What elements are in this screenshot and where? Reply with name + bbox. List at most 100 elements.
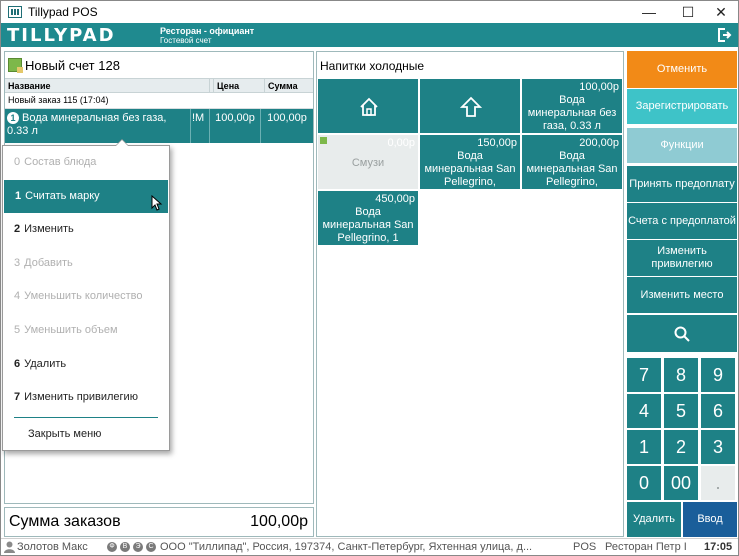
exit-icon[interactable] xyxy=(716,27,732,43)
search-button[interactable] xyxy=(627,315,737,352)
menu-item-add[interactable]: 3 Добавить xyxy=(3,247,169,281)
search-icon xyxy=(674,326,690,342)
product-price: 100,00р xyxy=(579,81,619,93)
mouse-cursor-icon xyxy=(151,195,163,211)
key-9[interactable]: 9 xyxy=(701,358,735,392)
key-8[interactable]: 8 xyxy=(664,358,698,392)
row-item-name: Вода минеральная без газа, 0.33 л xyxy=(7,112,167,137)
order-group[interactable]: Новый заказ 115 (17:04) xyxy=(5,93,313,109)
product-name: Вода минеральная без газа, 0.33 л xyxy=(527,94,617,132)
home-button[interactable] xyxy=(317,78,419,134)
status-badge: Ф xyxy=(107,542,117,552)
key-7[interactable]: 7 xyxy=(627,358,661,392)
menu-close-button[interactable]: Закрыть меню xyxy=(3,418,169,452)
product-name: Смузи xyxy=(351,157,385,169)
up-button[interactable] xyxy=(419,78,521,134)
product-name: Вода минеральная San Pellegrino, xyxy=(424,150,516,188)
column-price: Цена xyxy=(214,79,265,92)
close-button[interactable]: ✕ xyxy=(704,1,738,23)
menu-item-label: Добавить xyxy=(24,256,73,269)
organization-info: ООО "Тиллипад", Россия, 197374, Санкт-Пе… xyxy=(160,541,533,553)
product-price: 450,00р xyxy=(375,193,415,205)
menu-item-label: Изменить привилегию xyxy=(24,391,138,404)
total-value: 100,00р xyxy=(250,513,308,530)
status-badge: С xyxy=(146,542,156,552)
change-place-button[interactable]: Изменить место xyxy=(627,277,737,313)
menu-item-label: Изменить xyxy=(24,223,74,236)
menu-item-label: Уменьшить количество xyxy=(24,290,143,303)
key-decimal[interactable]: . xyxy=(701,466,735,500)
key-6[interactable]: 6 xyxy=(701,394,735,428)
minimize-button[interactable]: — xyxy=(632,1,666,23)
menu-item-number: 7 xyxy=(14,391,21,404)
bill-status-icon xyxy=(8,58,23,73)
app-header: TILLYPAD Ресторан - официант Гостевой сч… xyxy=(1,23,738,47)
accept-prepayment-button[interactable]: Принять предоплату xyxy=(627,166,737,202)
register-button[interactable]: Зарегистрировать xyxy=(627,89,737,124)
product-tile[interactable]: 150,00р Вода минеральная San Pellegrino, xyxy=(419,134,521,190)
menu-item-number: 6 xyxy=(14,357,21,370)
product-tile[interactable]: 100,00р Вода минеральная без газа, 0.33 … xyxy=(521,78,623,134)
clock: 17:05 xyxy=(704,541,733,553)
app-icon xyxy=(8,6,22,18)
menu-item-edit[interactable]: 2 Изменить xyxy=(3,213,169,247)
prepaid-bills-button[interactable]: Счета с предоплатой xyxy=(627,203,737,239)
mode-label: Ресторан - официант xyxy=(160,26,255,36)
menu-item-label: Удалить xyxy=(24,357,67,370)
menu-item-decrease-qty[interactable]: 4 Уменьшить количество xyxy=(3,280,169,314)
context-menu: 0 Состав блюда 1 Считать марку 2 Изменить 3… xyxy=(2,139,170,452)
cancel-button[interactable]: Отменить xyxy=(627,51,737,88)
menu-item-number: 0 xyxy=(14,156,21,168)
row-number-badge: 1 xyxy=(7,112,19,124)
enter-button[interactable]: Ввод xyxy=(683,502,737,537)
column-sum: Сумма xyxy=(268,81,298,91)
user-name: Золотов Макс xyxy=(17,541,88,553)
bill-title: Новый счет 128 xyxy=(25,57,120,73)
menu-item-number: 1 xyxy=(15,189,22,202)
delete-button[interactable]: Удалить xyxy=(627,502,681,537)
menu-item-composition[interactable]: 0 Состав блюда xyxy=(3,146,169,180)
restaurant-name: Ресторан Петр I xyxy=(605,541,687,553)
bill-header: Новый счет 128 xyxy=(5,52,313,78)
tillypad-logo: TILLYPAD xyxy=(7,25,116,46)
product-name: Вода минеральная San Pellegrino, 1 xyxy=(322,206,414,244)
maximize-button[interactable]: ☐ xyxy=(671,1,705,23)
table-header: Название Цена Сумма xyxy=(5,78,313,93)
product-tile[interactable]: 450,00р Вода минеральная San Pellegrino,… xyxy=(317,190,419,246)
row-flag: !М xyxy=(191,109,210,143)
total-label: Сумма заказов xyxy=(9,513,121,530)
product-tile[interactable]: 200,00р Вода минеральная San Pellegrino, xyxy=(521,134,623,190)
product-tile[interactable]: 0,00р Смузи xyxy=(317,134,419,190)
user-icon xyxy=(4,541,15,553)
key-5[interactable]: 5 xyxy=(664,394,698,428)
table-row[interactable]: 1 Вода минеральная без газа, 0.33 л !М 10… xyxy=(5,109,313,143)
app-window: Tillypad POS — ☐ ✕ TILLYPAD Ресторан - о… xyxy=(0,0,739,556)
key-00[interactable]: 00 xyxy=(664,466,698,500)
bill-type-label: Гостевой счет xyxy=(160,36,212,45)
product-price: 0,00р xyxy=(387,137,415,149)
menu-item-decrease-volume[interactable]: 5 Уменьшить объем xyxy=(3,314,169,348)
menu-item-number: 3 xyxy=(14,256,21,269)
key-0[interactable]: 0 xyxy=(627,466,661,500)
home-icon xyxy=(360,97,378,116)
category-title: Напитки холодные xyxy=(320,59,425,73)
menu-item-change-privilege[interactable]: 7 Изменить привилегию xyxy=(3,381,169,415)
product-price: 150,00р xyxy=(477,137,517,149)
menu-item-delete[interactable]: 6 Удалить xyxy=(3,348,169,382)
row-price: 100,00р xyxy=(210,109,261,143)
menu-item-number: 4 xyxy=(14,290,21,303)
change-privilege-button[interactable]: Изменить привилегию xyxy=(627,240,737,276)
menu-item-read-mark[interactable]: 1 Считать марку xyxy=(4,179,168,214)
key-2[interactable]: 2 xyxy=(664,430,698,464)
status-badge: В xyxy=(120,542,130,552)
product-name: Вода минеральная San Pellegrino, xyxy=(526,150,618,188)
functions-button[interactable]: Функции xyxy=(627,128,737,163)
key-1[interactable]: 1 xyxy=(627,430,661,464)
product-price: 200,00р xyxy=(579,137,619,149)
menu-item-number: 2 xyxy=(14,223,21,236)
terminal-label: POS xyxy=(573,541,597,553)
menu-item-label: Состав блюда xyxy=(24,156,97,168)
key-4[interactable]: 4 xyxy=(627,394,661,428)
menu-item-number: 5 xyxy=(14,323,21,336)
key-3[interactable]: 3 xyxy=(701,430,735,464)
